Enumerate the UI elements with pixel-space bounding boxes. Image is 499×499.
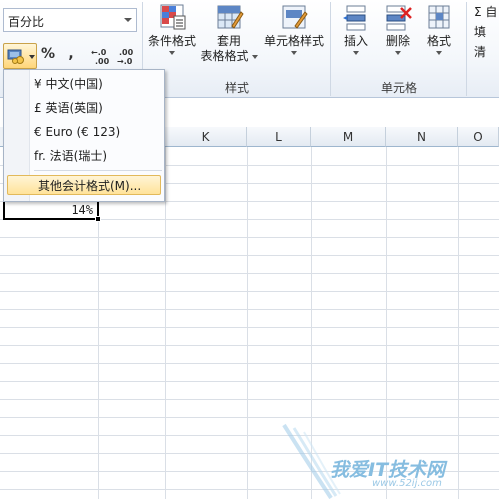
format-as-table-icon (217, 5, 244, 29)
decrease-decimal-button[interactable]: .00 →.0 (116, 46, 138, 68)
svg-text:→.0: →.0 (117, 57, 133, 66)
active-cell[interactable]: 14% (3, 200, 101, 222)
format-cells-icon (428, 5, 450, 29)
svg-text:.00: .00 (119, 48, 134, 57)
menu-item-more-accounting-formats[interactable]: 其他会计格式(M)... (7, 175, 161, 195)
format-cells-button[interactable]: 格式 (420, 2, 458, 57)
active-cell-value: 14% (71, 203, 93, 217)
conditional-format-button[interactable]: 条件格式 (146, 2, 198, 57)
increase-decimal-icon: ←.0 .00 (91, 48, 110, 66)
chevron-down-icon (420, 49, 458, 57)
autosum-button[interactable]: Σ 自 (474, 2, 499, 22)
column-header-o[interactable]: O (458, 127, 499, 147)
cell-styles-icon (282, 5, 308, 29)
comma-label: , (68, 46, 74, 62)
percent-label: % (40, 46, 56, 62)
menu-item-euro[interactable]: € Euro (€ 123) (34, 122, 120, 142)
cells-group-label: 单元格 (380, 81, 417, 95)
format-as-table-label-1: 套用 (216, 34, 241, 48)
number-format-value: 百分比 (8, 15, 45, 29)
cell-styles-button[interactable]: 单元格样式 (262, 2, 326, 57)
accounting-format-button[interactable] (3, 43, 37, 69)
fill-handle[interactable] (95, 216, 101, 222)
conditional-format-icon (160, 4, 186, 30)
number-format-dropdown[interactable]: 百分比 (3, 8, 137, 32)
comma-style-button[interactable]: , (64, 46, 78, 68)
group-separator (330, 2, 331, 96)
fill-button[interactable]: 填 (474, 22, 499, 42)
menu-item-english-uk[interactable]: £ 英语(英国) (34, 98, 103, 118)
column-header-n[interactable]: N (386, 127, 458, 147)
styles-group-label: 样式 (224, 81, 249, 95)
cell-styles-label: 单元格样式 (263, 34, 324, 48)
svg-text:←.0: ←.0 (91, 48, 107, 57)
insert-cells-icon (343, 5, 366, 31)
svg-text:.00: .00 (95, 57, 110, 66)
chevron-down-icon (251, 54, 258, 59)
chevron-down-icon (336, 49, 376, 57)
column-header-l[interactable]: L (247, 127, 311, 147)
delete-label: 删除 (385, 34, 410, 48)
delete-cells-button[interactable]: 删除 (378, 2, 418, 57)
insert-label: 插入 (343, 34, 368, 48)
insert-cells-button[interactable]: 插入 (336, 2, 376, 57)
group-separator (466, 2, 467, 96)
column-header-k[interactable]: K (165, 127, 247, 147)
column-header-m[interactable]: M (311, 127, 386, 147)
percent-style-button[interactable]: % (40, 46, 56, 68)
chevron-down-icon (146, 49, 198, 57)
accounting-format-menu: ¥ 中文(中国) £ 英语(英国) € Euro (€ 123) fr. 法语(… (3, 69, 165, 202)
dropdown-arrow-icon (29, 55, 35, 59)
clear-button[interactable]: 清 (474, 42, 499, 62)
menu-item-chinese[interactable]: ¥ 中文(中国) (34, 74, 103, 94)
menu-item-french-swiss[interactable]: fr. 法语(瑞士) (34, 146, 107, 166)
conditional-format-label: 条件格式 (147, 34, 196, 48)
chevron-down-icon (378, 49, 418, 57)
format-as-table-button[interactable]: 套用 表格格式 (200, 2, 258, 64)
chevron-down-icon (124, 18, 132, 22)
format-as-table-label-2: 表格格式 (200, 49, 249, 63)
watermark-url: www.52ij.com (372, 478, 442, 489)
accounting-format-icon (7, 49, 24, 64)
chevron-down-icon (262, 49, 326, 57)
increase-decimal-button[interactable]: ←.0 .00 (90, 46, 114, 68)
decrease-decimal-icon: .00 →.0 (117, 48, 134, 66)
editing-group: Σ 自 填 清 (474, 2, 499, 62)
format-label: 格式 (426, 34, 451, 48)
menu-separator (34, 170, 162, 171)
delete-cells-icon (386, 5, 412, 31)
